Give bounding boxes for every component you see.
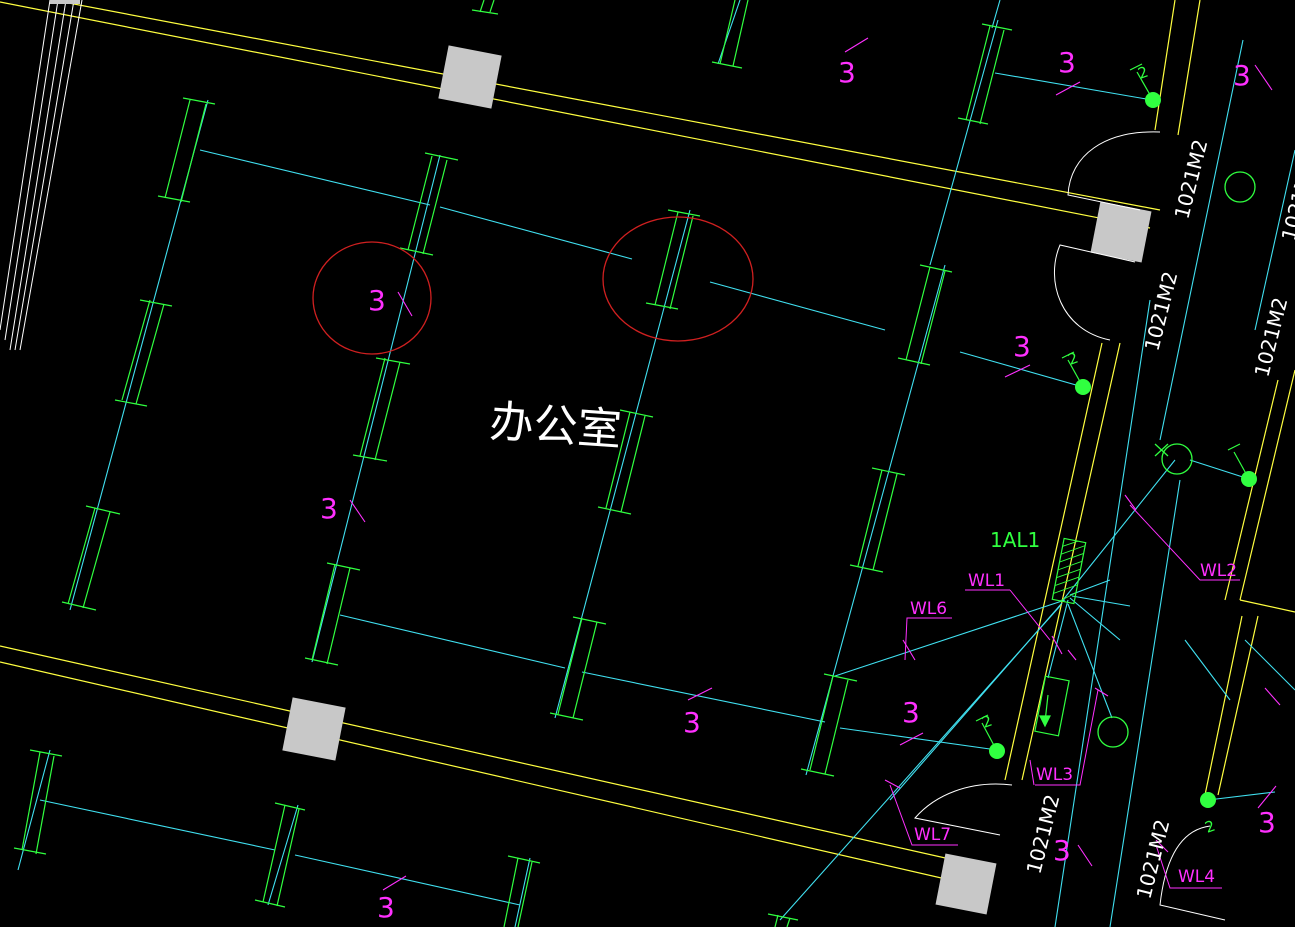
door-arc [1053, 244, 1136, 341]
luminaire [13, 749, 63, 855]
wire-ticks [349, 37, 1281, 891]
column [438, 45, 502, 109]
luminaire [897, 264, 953, 366]
switch-symbol [1200, 792, 1216, 808]
columns [50, 0, 1152, 915]
panel-label: 1AL1 [990, 528, 1040, 552]
luminaire [849, 467, 906, 573]
door-code: 1021M2 [1277, 159, 1295, 243]
circuit-label-wl4: WL4 [1178, 867, 1215, 887]
circuit-label-wl2: WL2 [1200, 561, 1237, 581]
door-code: 1021M2 [1250, 295, 1293, 379]
luminaire [157, 97, 216, 203]
door-code: 1021M2 [1170, 137, 1213, 221]
switch-symbol [1227, 443, 1257, 487]
circuit-label-wl1: WL1 [968, 571, 1005, 591]
device-box [1034, 675, 1070, 737]
wire-count: 3 [838, 56, 856, 89]
lamp-circle [1097, 716, 1129, 748]
wire-count-labels: 3 3 3 3 3 3 3 3 3 3 3 [320, 46, 1276, 924]
luminaire [711, 0, 749, 69]
circuit-label-wl6: WL6 [910, 599, 947, 619]
wire-count: 3 [683, 706, 701, 739]
wire-count: 3 [377, 891, 395, 924]
column [282, 697, 346, 761]
switch-mark: 2 [1066, 349, 1081, 369]
room-label: 办公室 [488, 396, 623, 456]
left-edge-wall [0, 0, 83, 351]
circuit-label-wl7: WL7 [914, 825, 951, 845]
wire-count: 3 [320, 492, 338, 525]
wire-count: 3 [1258, 806, 1276, 839]
switch-mark: 2 [980, 712, 995, 732]
wire-count: 3 [368, 284, 386, 317]
door-arc [1067, 131, 1161, 211]
wire-count: 3 [1058, 46, 1076, 79]
luminaires [13, 0, 1013, 927]
walls [0, 0, 1295, 889]
column [1090, 201, 1152, 263]
wire-count: 3 [1233, 59, 1251, 92]
circuit-label-wl3: WL3 [1036, 765, 1073, 785]
wire-count: 3 [1013, 330, 1031, 363]
switch-mark: 2 [1203, 817, 1218, 837]
luminaire [304, 562, 361, 666]
luminaire [503, 855, 541, 927]
wiring [17, 0, 1295, 927]
column [50, 0, 80, 4]
column [935, 853, 997, 915]
circuit-labels: WL1 WL2 WL3 WL4 WL6 WL7 [910, 561, 1237, 887]
door-swings [914, 131, 1226, 921]
luminaire [114, 299, 173, 407]
luminaire [61, 505, 121, 611]
door-code: 1021M2 [1140, 269, 1183, 353]
lamp-circle [1224, 171, 1256, 203]
switch-mark: 2 [1136, 63, 1151, 83]
wire-count: 3 [902, 696, 920, 729]
luminaire [399, 152, 459, 256]
luminaire [645, 209, 701, 310]
door-code: 1021M2 [1132, 817, 1175, 901]
cad-drawing-canvas: 办公室 1AL1 WL1 WL2 WL3 WL4 WL6 WL7 1021M2 … [0, 0, 1295, 927]
wire-count: 3 [1053, 834, 1071, 867]
luminaire [352, 357, 411, 462]
lamp-circle [1161, 443, 1193, 475]
luminaire [471, 0, 499, 15]
